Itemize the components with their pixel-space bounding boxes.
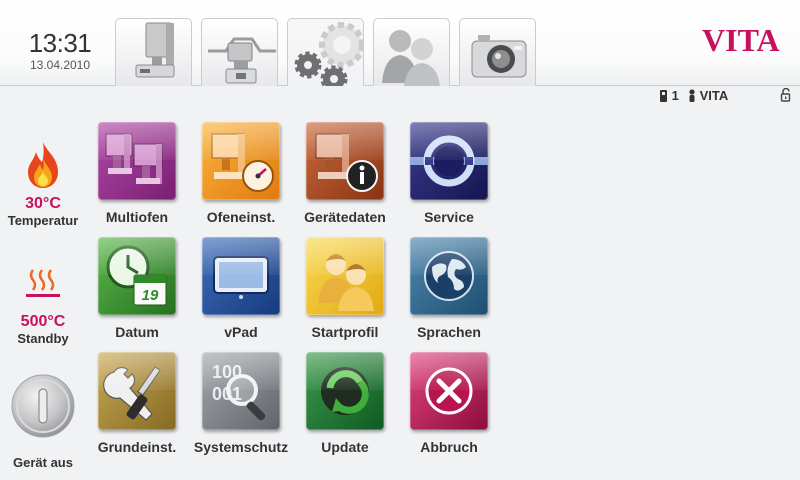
- vita-logo: VITA: [702, 22, 780, 58]
- clock-time: 13:31: [28, 28, 92, 58]
- unlock-icon: [780, 87, 791, 102]
- heat-waves-icon: [26, 269, 60, 297]
- flame-icon: [28, 142, 58, 188]
- tab-users[interactable]: [373, 18, 450, 86]
- tools-icon: [103, 366, 161, 421]
- tile-grundeinst-label: Grundeinst.: [97, 439, 177, 455]
- users-icon: [382, 30, 440, 86]
- furnace-icon: [135, 22, 175, 78]
- power-knob-icon: [11, 374, 75, 438]
- tile-grundeinst[interactable]: Grundeinst.: [85, 352, 189, 464]
- tile-startprofil[interactable]: Startprofil: [293, 237, 397, 349]
- tile-ofeneinst-label: Ofeneinst.: [206, 209, 276, 225]
- tile-datum[interactable]: 19 Datum: [85, 237, 189, 349]
- lock-toggle[interactable]: [780, 87, 792, 105]
- multi-furnace-icon: [105, 133, 163, 184]
- tab-furnace[interactable]: [115, 18, 192, 86]
- tile-multiofen-label: Multiofen: [105, 209, 169, 225]
- globe-icon: [424, 251, 474, 301]
- standby-label: Standby: [17, 331, 69, 346]
- tile-update-label: Update: [321, 439, 369, 455]
- user-name: VITA: [699, 88, 729, 103]
- cancel-x-icon: [425, 367, 473, 415]
- tile-ofeneinst[interactable]: Ofeneinst.: [189, 122, 293, 234]
- temperature-label: Temperatur: [7, 213, 79, 228]
- furnace-program-icon: [208, 37, 276, 84]
- clock: 13:31 13.04.2010: [24, 29, 96, 73]
- clock-calendar-icon: 19: [106, 245, 167, 306]
- device-indicator: 1: [660, 87, 679, 105]
- profile-users-icon: [318, 254, 374, 311]
- service-ring-icon: [410, 135, 488, 187]
- svg-text:19: 19: [142, 287, 159, 304]
- device-number: 1: [671, 88, 679, 103]
- power-off-label: Gerät aus: [13, 455, 73, 470]
- user-indicator: VITA: [688, 87, 728, 105]
- camera-icon: [471, 35, 527, 78]
- tab-camera[interactable]: [459, 18, 536, 86]
- update-arrow-icon: [321, 367, 369, 415]
- magnifier-binary-icon: 100 001: [212, 362, 266, 421]
- clock-date: 13.04.2010: [29, 58, 91, 72]
- tile-systemschutz[interactable]: 100 001 Systemschutz: [189, 352, 293, 464]
- tile-vpad-label: vPad: [224, 324, 258, 340]
- standby-indicator: 500°C Standby: [4, 266, 82, 347]
- tile-sprachen[interactable]: Sprachen: [397, 237, 501, 349]
- tablet-icon: [213, 256, 269, 299]
- standby-value: 500°C: [20, 313, 66, 330]
- tile-startprofil-label: Startprofil: [311, 324, 379, 340]
- tab-settings[interactable]: [287, 18, 364, 86]
- temperature-value: 30°C: [25, 195, 61, 212]
- tab-furnace-program[interactable]: [201, 18, 278, 86]
- tile-sprachen-label: Sprachen: [417, 324, 481, 340]
- furnace-settings-icon: [211, 133, 274, 192]
- temperature-indicator: 30°C Temperatur: [4, 140, 82, 229]
- device-info-icon: [315, 133, 378, 192]
- tile-geraetedaten[interactable]: Gerätedaten: [293, 122, 397, 234]
- gears-icon: [294, 22, 363, 86]
- power-off-button[interactable]: Gerät aus: [4, 373, 82, 471]
- tile-abbruch-label: Abbruch: [420, 439, 478, 455]
- user-icon: [689, 89, 695, 102]
- tile-service[interactable]: Service: [397, 122, 501, 234]
- device-icon: [660, 90, 667, 102]
- tile-update[interactable]: Update: [293, 352, 397, 464]
- tile-datum-label: Datum: [115, 324, 159, 340]
- header-bar: 13:31 13.04.2010 VITA: [0, 0, 800, 86]
- tile-systemschutz-label: Systemschutz: [193, 439, 289, 455]
- tile-vpad[interactable]: vPad: [189, 237, 293, 349]
- tile-service-label: Service: [424, 209, 474, 225]
- tile-geraetedaten-label: Gerätedaten: [304, 209, 386, 225]
- tile-multiofen[interactable]: Multiofen: [85, 122, 189, 234]
- tile-abbruch[interactable]: Abbruch: [397, 352, 501, 464]
